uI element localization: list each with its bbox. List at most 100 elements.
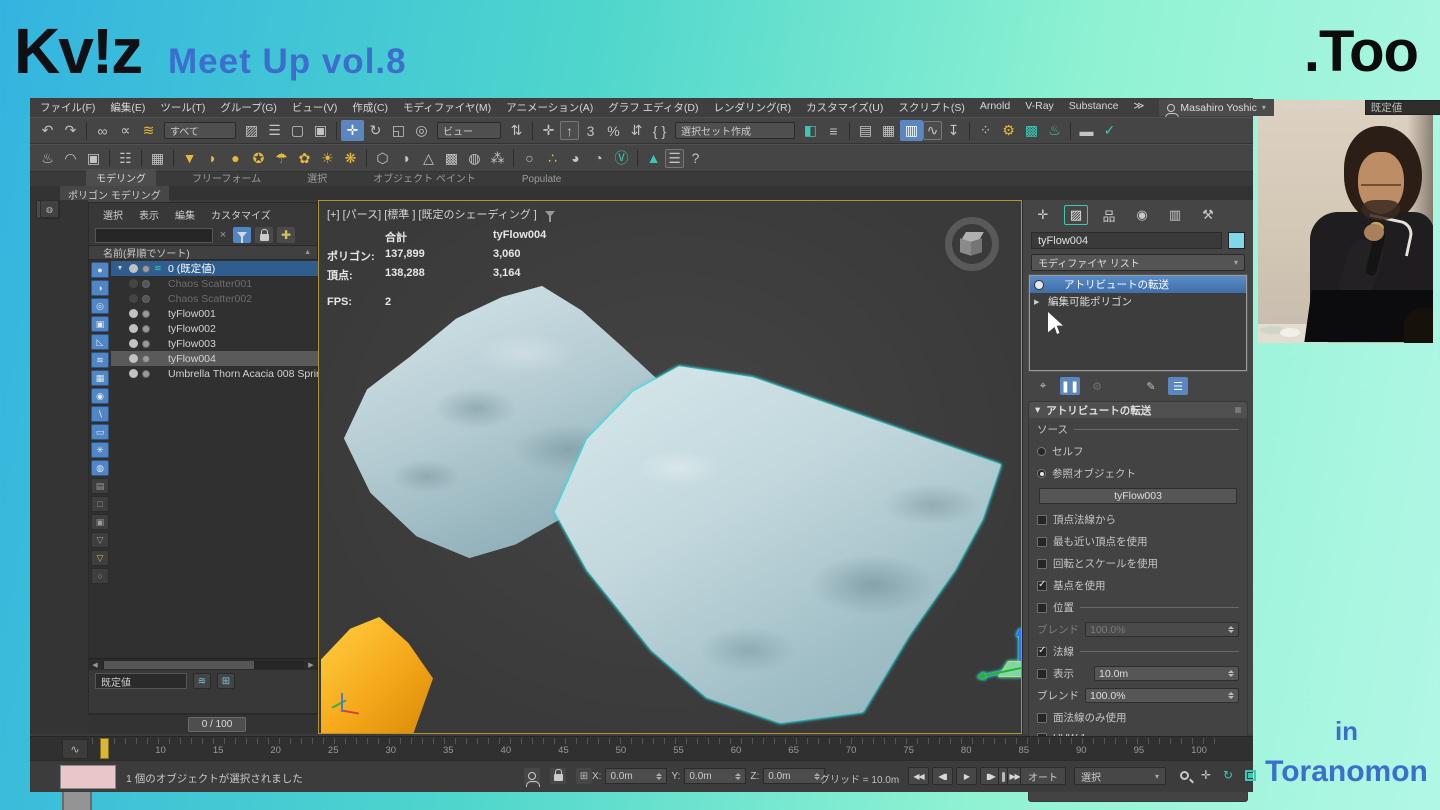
spinner-icon[interactable] — [656, 773, 662, 780]
toolbar-icon[interactable]: ⇵ — [625, 120, 648, 141]
key-filter-dropdown[interactable]: 選択 ▾ — [1074, 767, 1166, 785]
dock-tool-icon[interactable]: ◍ — [40, 200, 59, 218]
display-filter-icon[interactable]: ◺ — [91, 334, 109, 350]
display-filter-icon[interactable]: ◑ — [91, 280, 109, 296]
toolbar-icon[interactable]: ✓ — [1098, 120, 1121, 141]
show-row[interactable]: 表示 10.0m — [1037, 666, 1239, 681]
transform-grid-icon[interactable]: ⊞ — [576, 768, 592, 784]
expander-icon[interactable]: ▶ — [1034, 298, 1042, 306]
search-input[interactable] — [95, 228, 213, 243]
explorer-row[interactable]: Umbrella Thorn Acacia 008 Spring001 — [111, 366, 345, 381]
stack-tool-icon[interactable]: ⚙ — [1087, 377, 1107, 395]
toolbar-icon[interactable]: 3 — [579, 120, 602, 141]
maxscript-mini-listener[interactable] — [60, 765, 116, 789]
explorer-menu-item[interactable]: 表示 — [139, 207, 159, 222]
eye-icon[interactable] — [129, 279, 138, 288]
toolbar-icon[interactable]: ∝ — [114, 120, 137, 141]
rot-scale-row[interactable]: 回転とスケールを使用 — [1037, 556, 1239, 571]
toolbar-icon[interactable] — [141, 149, 142, 167]
scroll-left-icon[interactable]: ◀ — [89, 661, 101, 669]
radio-reference[interactable] — [1037, 469, 1046, 478]
playback-button[interactable]: ◀◀ — [908, 767, 929, 785]
spinner-icon[interactable] — [1228, 626, 1234, 633]
display-filter-icon[interactable]: ▣ — [91, 514, 109, 530]
user-account-menu[interactable]: Masahiro Yoshic ▾ — [1159, 99, 1273, 116]
display-filter-icon[interactable]: ▭ — [91, 424, 109, 440]
checkbox-rot-scale[interactable] — [1037, 559, 1047, 569]
toolbar-icon[interactable]: ◗ — [201, 148, 224, 169]
menu-item[interactable]: Arnold — [980, 100, 1010, 115]
toolbar-icon[interactable]: ? — [684, 148, 707, 169]
menu-item[interactable]: ビュー(V) — [292, 100, 338, 115]
display-filter-icon[interactable]: ◍ — [91, 460, 109, 476]
command-panel-tab[interactable]: ⚒ — [1196, 205, 1220, 225]
menu-item[interactable]: ≫ — [1133, 100, 1144, 115]
layer-toggle-icon[interactable]: ≋ — [193, 673, 211, 689]
orbit-icon[interactable]: ↻ — [1220, 767, 1236, 783]
nearest-vertex-row[interactable]: 最も近い頂点を使用 — [1037, 534, 1239, 549]
toolbar-icon[interactable]: ≋ — [137, 120, 160, 141]
display-filter-icon[interactable]: ○ — [91, 568, 109, 584]
toolbar-icon[interactable]: ≡ — [822, 120, 845, 141]
eye-icon[interactable] — [129, 339, 138, 348]
mini-curve-editor-button[interactable]: ∿ — [62, 739, 88, 759]
ribbon-tab[interactable]: フリーフォーム — [182, 169, 271, 186]
toolbar-icon[interactable]: ▩ — [1020, 120, 1043, 141]
eye-icon[interactable] — [129, 309, 138, 318]
rollout-header[interactable]: ▾ アトリビュートの転送 — [1029, 402, 1247, 418]
toolbar-icon[interactable]: ♨ — [1043, 120, 1066, 141]
toolbar-icon[interactable]: ✛ — [537, 120, 560, 141]
toolbar-icon[interactable]: % — [602, 120, 625, 141]
toolbar-icon[interactable]: ▲ — [642, 148, 665, 169]
explorer-hscrollbar[interactable]: ◀ ▶ — [89, 658, 317, 670]
time-slider[interactable]: 0 / 100 — [88, 714, 318, 734]
explorer-row[interactable]: tyFlow003 — [111, 336, 345, 351]
menu-item[interactable]: アニメーション(A) — [506, 100, 593, 115]
command-panel-tab[interactable]: ✛ — [1031, 205, 1055, 225]
toolbar-icon[interactable]: △ — [417, 148, 440, 169]
eye-icon[interactable] — [129, 264, 138, 273]
x-coordinate-field[interactable]: 0.0m — [605, 768, 667, 784]
explorer-row[interactable]: tyFlow004 — [111, 351, 345, 366]
toolbar-icon[interactable]: ↷ — [59, 120, 82, 141]
normals-group[interactable]: 法線 — [1037, 644, 1239, 659]
toolbar-icon[interactable]: ⚙ — [997, 120, 1020, 141]
toolbar-icon[interactable]: ビュー — [437, 122, 501, 139]
menu-item[interactable]: 作成(C) — [352, 100, 388, 115]
spinner-icon[interactable] — [1228, 670, 1234, 677]
ribbon-tab[interactable]: オブジェクト ペイント — [363, 169, 486, 186]
auto-key-button[interactable]: オート — [1020, 767, 1066, 785]
scrollbar-thumb[interactable] — [104, 661, 254, 669]
display-filter-icon[interactable]: ≋ — [91, 352, 109, 368]
toolbar-icon[interactable]: ⁘ — [974, 120, 997, 141]
lock-button[interactable] — [255, 227, 273, 243]
toolbar-icon[interactable]: ◍ — [463, 148, 486, 169]
toolbar-icon[interactable]: ▥ — [900, 120, 923, 141]
toolbar-icon[interactable]: ☀ — [316, 148, 339, 169]
toolbar-icon[interactable] — [969, 122, 970, 140]
display-filter-icon[interactable]: ▽ — [91, 550, 109, 566]
toolbar-icon[interactable]: ✪ — [247, 148, 270, 169]
command-panel-tab[interactable]: ▨ — [1064, 205, 1088, 225]
menu-item[interactable]: 編集(E) — [110, 100, 145, 115]
from-normals-row[interactable]: 頂点法線から — [1037, 512, 1239, 527]
toolbar-icon[interactable]: ✛ — [341, 120, 364, 141]
toolbar-icon[interactable]: ◧ — [799, 120, 822, 141]
spinner-icon[interactable] — [1228, 692, 1234, 699]
toolbar-icon[interactable] — [173, 149, 174, 167]
command-panel-tab[interactable]: ▥ — [1163, 205, 1187, 225]
selection-lock-icon[interactable] — [550, 768, 566, 784]
toolbar-icon[interactable]: すべて — [164, 122, 236, 139]
toolbar-icon[interactable]: ☰ — [665, 149, 684, 168]
toolbar-icon[interactable]: ⇅ — [505, 120, 528, 141]
toolbar-icon[interactable]: ▢ — [286, 120, 309, 141]
checkbox-position[interactable] — [1037, 603, 1047, 613]
toolbar-icon[interactable]: ◎ — [410, 120, 433, 141]
ribbon-tab[interactable]: Populate — [512, 173, 571, 186]
explorer-menu-item[interactable]: 選択 — [103, 207, 123, 222]
time-slider-grip[interactable]: 0 / 100 — [188, 717, 246, 732]
toolbar-icon[interactable]: ◔ — [587, 148, 610, 169]
active-layer-field[interactable]: 既定値 — [95, 673, 187, 689]
command-panel-tab[interactable]: ◉ — [1130, 205, 1154, 225]
explorer-menu-item[interactable]: 編集 — [175, 207, 195, 222]
